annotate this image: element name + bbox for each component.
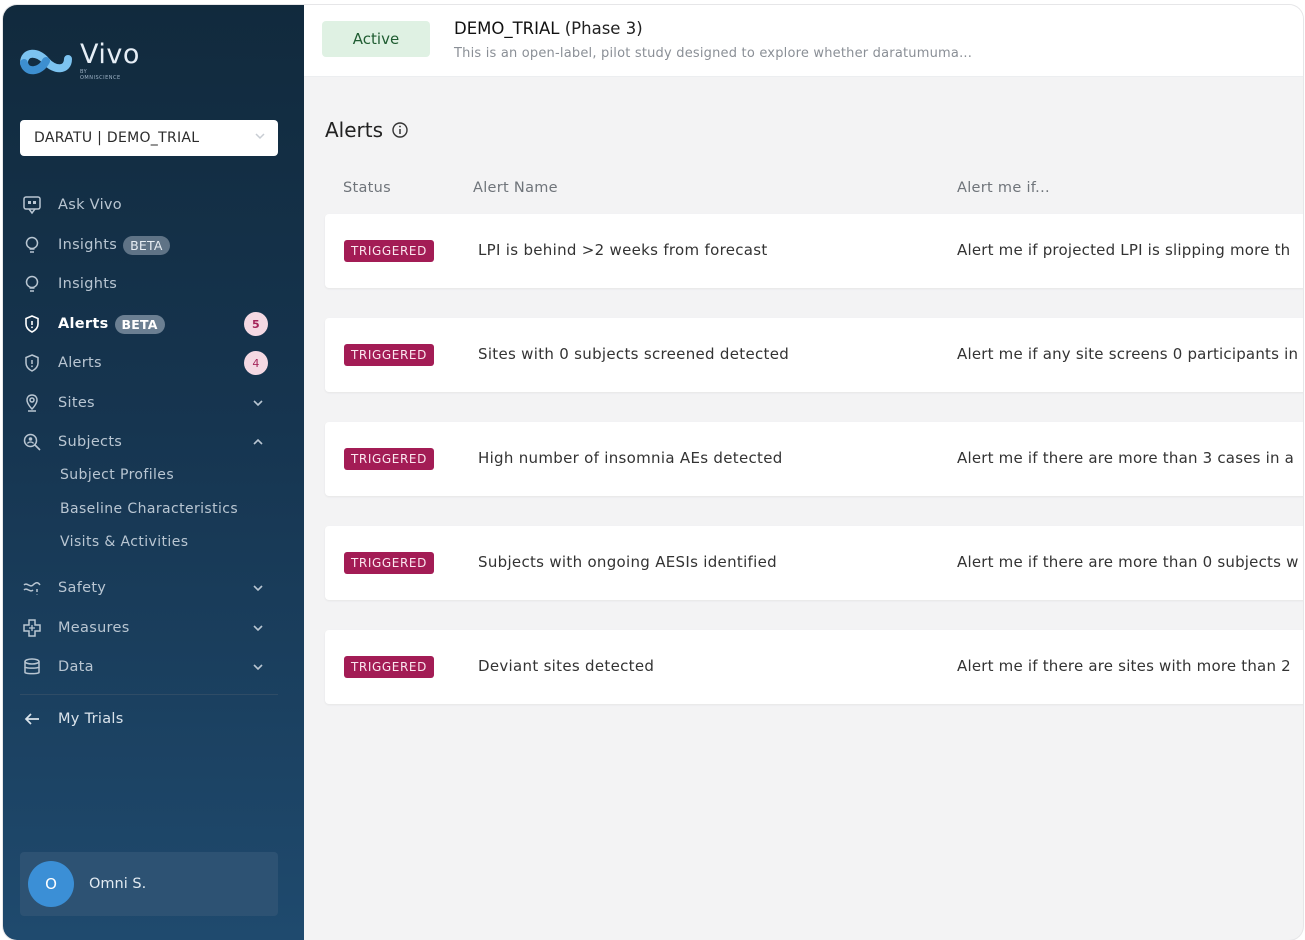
sidebar-item-label: Measures bbox=[58, 620, 130, 636]
chevron-down-icon bbox=[253, 400, 263, 407]
sidebar-subitem-visits-activities[interactable]: Visits & Activities bbox=[60, 534, 188, 550]
sidebar-item-measures[interactable]: Measures bbox=[20, 613, 278, 643]
info-icon[interactable] bbox=[391, 121, 409, 139]
alert-condition: Alert me if projected LPI is slipping mo… bbox=[957, 241, 1291, 259]
sidebar-item-label: Insights bbox=[58, 237, 118, 253]
sidebar-item-data[interactable]: Data bbox=[20, 652, 278, 682]
brand-subtitle: BY OMNISCIENCE bbox=[80, 69, 121, 81]
column-header-alert-name: Alert Name bbox=[473, 180, 558, 196]
sidebar-item-sites[interactable]: Sites bbox=[20, 388, 278, 418]
sidebar-divider bbox=[20, 694, 278, 695]
status-badge: Active bbox=[322, 21, 430, 57]
sidebar-item-label: Safety bbox=[58, 580, 107, 596]
vivo-logo-icon bbox=[20, 49, 72, 75]
alert-condition: Alert me if there are more than 3 cases … bbox=[957, 449, 1295, 467]
trial-description: This is an open-label, pilot study desig… bbox=[454, 46, 973, 61]
sidebar-item-my-trials[interactable]: My Trials bbox=[20, 704, 278, 734]
trial-name: DEMO_TRIAL bbox=[454, 19, 560, 38]
chevron-down-icon bbox=[253, 585, 263, 592]
avatar: O bbox=[28, 861, 74, 907]
location-pin-icon bbox=[20, 391, 44, 415]
sidebar-item-label: Insights bbox=[58, 276, 118, 292]
sidebar-item-alerts[interactable]: Alerts 4 bbox=[20, 348, 278, 378]
safety-icon bbox=[20, 576, 44, 600]
alert-name: LPI is behind >2 weeks from forecast bbox=[478, 241, 768, 259]
table-row[interactable]: TRIGGERED LPI is behind >2 weeks from fo… bbox=[325, 214, 1303, 288]
trial-title: DEMO_TRIAL (Phase 3) bbox=[454, 19, 643, 38]
triggered-badge: TRIGGERED bbox=[344, 552, 434, 574]
shield-icon bbox=[20, 312, 44, 336]
database-icon bbox=[20, 655, 44, 679]
sidebar-subitem-baseline-characteristics[interactable]: Baseline Characteristics bbox=[60, 501, 238, 517]
arrow-left-icon bbox=[20, 707, 44, 731]
triggered-badge: TRIGGERED bbox=[344, 240, 434, 262]
page-title-text: Alerts bbox=[325, 118, 384, 142]
alert-name: High number of insomnia AEs detected bbox=[478, 449, 783, 467]
lightbulb-icon bbox=[20, 233, 44, 257]
alert-condition: Alert me if there are more than 0 subjec… bbox=[957, 553, 1299, 571]
sidebar-item-label: Subjects bbox=[58, 434, 123, 450]
sidebar-item-ask-vivo[interactable]: Ask Vivo bbox=[20, 190, 278, 220]
app-window: Vivo BY OMNISCIENCE DARATU | DEMO_TRIAL … bbox=[3, 5, 1303, 940]
beta-badge: BETA bbox=[114, 314, 165, 334]
brand-name: Vivo bbox=[80, 39, 140, 70]
sidebar-item-alerts-beta[interactable]: Alerts BETA 5 bbox=[20, 309, 278, 339]
triggered-badge: TRIGGERED bbox=[344, 448, 434, 470]
alert-count-badge: 4 bbox=[244, 351, 268, 375]
sidebar-item-label: Ask Vivo bbox=[58, 197, 122, 213]
alert-name: Deviant sites detected bbox=[478, 657, 655, 675]
chevron-up-icon bbox=[253, 438, 263, 445]
sidebar-item-subjects[interactable]: Subjects bbox=[20, 427, 278, 457]
shield-icon bbox=[20, 351, 44, 375]
beta-badge: BETA bbox=[123, 235, 170, 255]
chat-icon bbox=[20, 193, 44, 217]
user-profile-card[interactable]: O Omni S. bbox=[20, 852, 278, 916]
alert-condition: Alert me if there are sites with more th… bbox=[957, 657, 1291, 675]
table-row[interactable]: TRIGGERED Subjects with ongoing AESIs id… bbox=[325, 526, 1303, 600]
trial-selector-value: DARATU | DEMO_TRIAL bbox=[34, 130, 200, 146]
chevron-down-icon bbox=[253, 625, 263, 632]
sidebar-item-label: My Trials bbox=[58, 711, 124, 727]
page-title: Alerts bbox=[325, 118, 409, 142]
lightbulb-icon bbox=[20, 272, 44, 296]
sidebar-item-label: Alerts bbox=[58, 355, 102, 371]
table-row[interactable]: TRIGGERED Deviant sites detected Alert m… bbox=[325, 630, 1303, 704]
trial-header: Active DEMO_TRIAL (Phase 3) This is an o… bbox=[304, 5, 1303, 77]
sidebar-item-label: Sites bbox=[58, 395, 95, 411]
triggered-badge: TRIGGERED bbox=[344, 344, 434, 366]
user-name: Omni S. bbox=[89, 876, 147, 892]
sidebar-subitem-subject-profiles[interactable]: Subject Profiles bbox=[60, 467, 174, 483]
chevron-down-icon bbox=[255, 133, 265, 140]
sidebar-item-safety[interactable]: Safety bbox=[20, 573, 278, 603]
trial-phase: (Phase 3) bbox=[564, 19, 643, 38]
alert-count-badge: 5 bbox=[244, 312, 268, 336]
sidebar-item-insights[interactable]: Insights bbox=[20, 269, 278, 299]
table-row[interactable]: TRIGGERED Sites with 0 subjects screened… bbox=[325, 318, 1303, 392]
sidebar-item-insights-beta[interactable]: Insights BETA bbox=[20, 230, 278, 260]
measures-icon bbox=[20, 616, 44, 640]
triggered-badge: TRIGGERED bbox=[344, 656, 434, 678]
table-row[interactable]: TRIGGERED High number of insomnia AEs de… bbox=[325, 422, 1303, 496]
magnify-icon bbox=[20, 430, 44, 454]
sidebar: Vivo BY OMNISCIENCE DARATU | DEMO_TRIAL … bbox=[3, 5, 304, 940]
alert-condition: Alert me if any site screens 0 participa… bbox=[957, 345, 1299, 363]
sidebar-item-label: Data bbox=[58, 659, 94, 675]
alert-name: Subjects with ongoing AESIs identified bbox=[478, 553, 777, 571]
column-header-condition: Alert me if... bbox=[957, 180, 1050, 196]
brand-logo[interactable]: Vivo BY OMNISCIENCE bbox=[20, 37, 139, 81]
alert-name: Sites with 0 subjects screened detected bbox=[478, 345, 790, 363]
chevron-down-icon bbox=[253, 664, 263, 671]
trial-selector[interactable]: DARATU | DEMO_TRIAL bbox=[20, 120, 278, 156]
sidebar-item-label: Alerts bbox=[58, 316, 109, 332]
column-header-status: Status bbox=[343, 180, 392, 196]
